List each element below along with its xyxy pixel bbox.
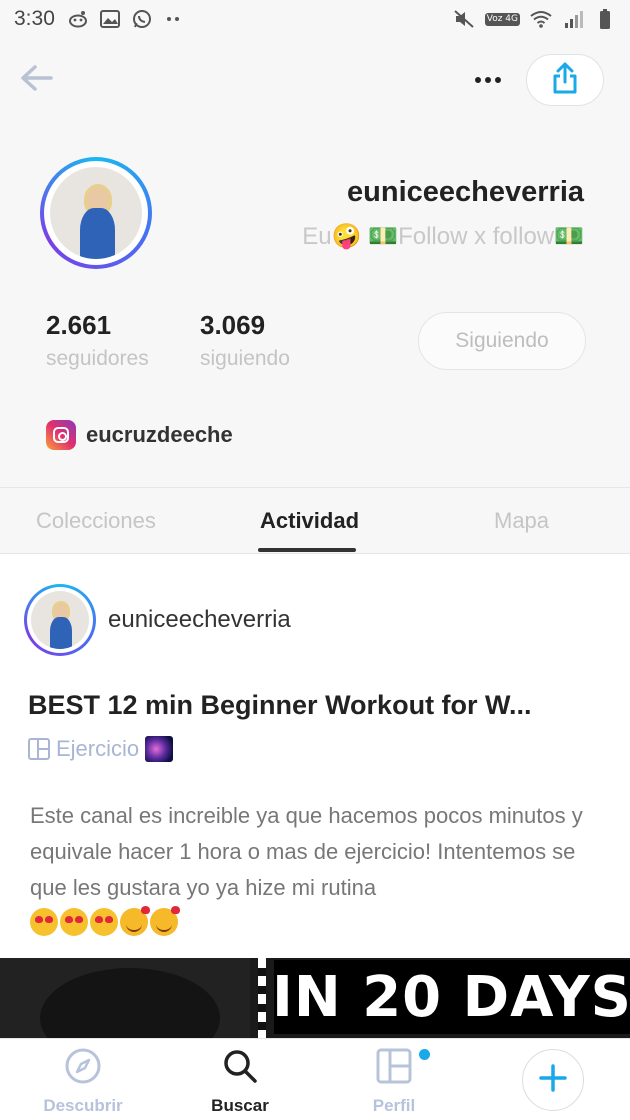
back-button[interactable] <box>14 60 58 100</box>
status-bar: 3:30 Voz 4G <box>0 0 630 38</box>
arrow-left-icon <box>19 64 53 97</box>
collection-icon <box>28 738 50 760</box>
heart-eyes-emoji-icon <box>90 908 118 936</box>
share-icon <box>552 62 578 99</box>
battery-icon <box>594 9 616 29</box>
volte-icon: Voz 4G <box>484 12 520 26</box>
smiling-hearts-emoji-icon <box>120 906 150 936</box>
profile-avatar[interactable] <box>40 157 152 269</box>
heart-eyes-emoji-icon <box>30 908 58 936</box>
post-body: Este canal es increible ya que hacemos p… <box>30 803 583 900</box>
status-icons-right: Voz 4G <box>453 9 616 29</box>
signal-icon <box>562 9 584 29</box>
thumbnail-caption: IN 20 DAYS <box>272 960 630 1034</box>
whatsapp-icon <box>131 9 153 29</box>
profile-bio: Eu🤪 💵Follow x follow💵 <box>302 223 584 250</box>
compass-icon <box>64 1047 102 1090</box>
post-emojis <box>30 906 180 936</box>
nav-buscar-label: Buscar <box>211 1096 269 1115</box>
more-dots-icon <box>163 9 185 29</box>
post-collection-link[interactable]: Ejercicio <box>28 736 174 762</box>
tab-mapa[interactable]: Mapa <box>494 508 549 534</box>
post-title[interactable]: BEST 12 min Beginner Workout for W... <box>28 690 606 721</box>
status-icons-left <box>67 9 185 29</box>
post-author-name[interactable]: euniceecheverria <box>108 606 291 634</box>
post-video-thumbnail[interactable]: IN 20 DAYS <box>0 958 630 1038</box>
layout-icon <box>375 1047 413 1090</box>
heart-eyes-emoji-icon <box>60 908 88 936</box>
profile-header <box>0 50 630 108</box>
status-time: 3:30 <box>14 7 55 30</box>
nav-descubrir-label: Descubrir <box>43 1096 123 1115</box>
bottom-navigation: Descubrir Buscar Perfil <box>0 1038 630 1120</box>
smiling-hearts-emoji-icon <box>150 906 180 936</box>
more-options-button[interactable] <box>466 60 510 100</box>
plus-icon <box>538 1063 568 1098</box>
add-button[interactable] <box>522 1049 584 1111</box>
tab-colecciones[interactable]: Colecciones <box>36 508 156 534</box>
following-button[interactable]: Siguiendo <box>418 312 586 370</box>
thumbnail-person <box>0 958 250 1038</box>
more-horizontal-icon <box>474 71 502 89</box>
followers-stat[interactable]: 2.661 seguidores <box>46 310 149 371</box>
post-collection-name: Ejercicio <box>56 736 140 761</box>
instagram-link[interactable]: eucruzdeeche <box>46 420 233 450</box>
following-stat[interactable]: 3.069 siguiendo <box>200 310 290 371</box>
followers-label: seguidores <box>46 347 149 370</box>
nav-perfil-label: Perfil <box>372 1096 416 1115</box>
tab-actividad[interactable]: Actividad <box>260 508 359 534</box>
wifi-icon <box>530 9 552 29</box>
search-icon <box>221 1047 259 1090</box>
avatar-photo <box>31 591 89 649</box>
profile-username: euniceecheverria <box>347 176 584 208</box>
instagram-icon <box>46 420 76 450</box>
reddit-icon <box>67 9 89 29</box>
following-label: siguiendo <box>200 347 290 370</box>
nav-buscar[interactable]: Buscar <box>200 1047 280 1116</box>
image-icon <box>99 9 121 29</box>
avatar-photo <box>50 167 142 259</box>
activity-feed: euniceecheverria BEST 12 min Beginner Wo… <box>0 554 630 1038</box>
nav-descubrir[interactable]: Descubrir <box>38 1047 128 1116</box>
instagram-handle: eucruzdeeche <box>86 422 233 447</box>
notification-dot <box>419 1049 430 1060</box>
mute-icon <box>453 9 475 29</box>
nav-perfil[interactable]: Perfil <box>358 1047 430 1116</box>
followers-count: 2.661 <box>46 310 112 340</box>
galaxy-emoji-icon <box>145 736 174 762</box>
post-author-avatar[interactable] <box>24 584 96 656</box>
following-count: 3.069 <box>200 310 266 340</box>
active-tab-indicator <box>258 548 356 552</box>
profile-tabs: Colecciones Actividad Mapa <box>0 487 630 554</box>
share-button[interactable] <box>526 54 604 106</box>
